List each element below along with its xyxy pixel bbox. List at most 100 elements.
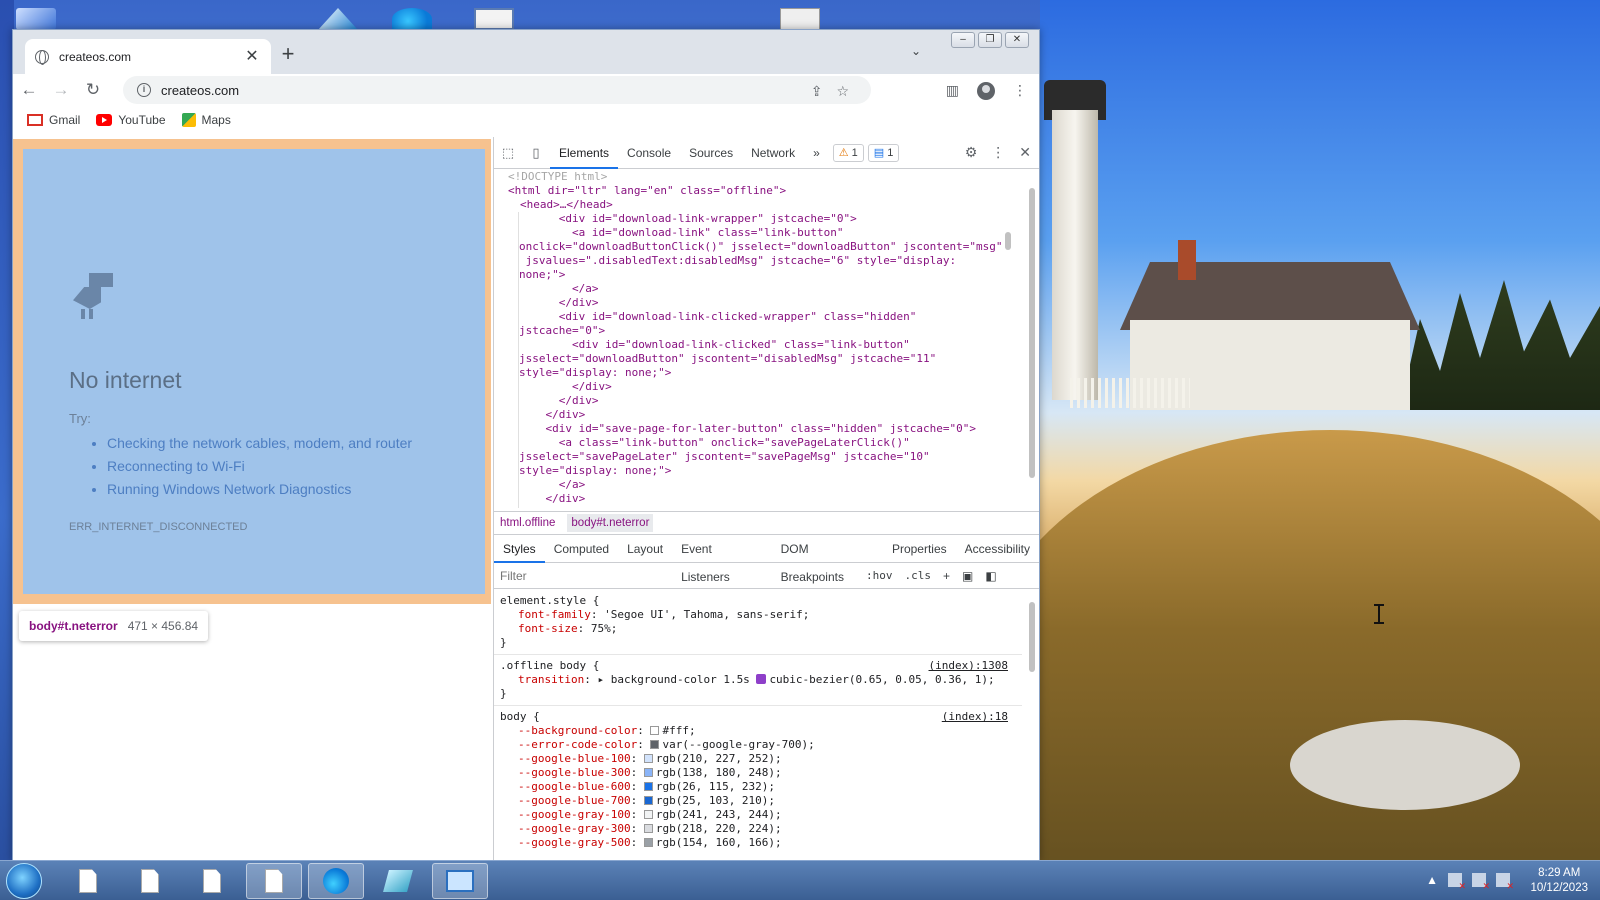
dom-line[interactable]: </div>: [519, 492, 1008, 506]
color-swatch[interactable]: [650, 740, 660, 749]
dom-line[interactable]: </div>: [519, 296, 1008, 310]
desktop-program-icon[interactable]: [474, 8, 514, 30]
dom-line[interactable]: jsselect="savePageLater" jscontent="save…: [519, 450, 1008, 464]
tab-dom-breakpoints[interactable]: DOM Breakpoints: [772, 535, 883, 584]
style-property[interactable]: --google-blue-100: rgb(210, 227, 252);: [500, 752, 1016, 766]
start-button[interactable]: [6, 863, 42, 899]
dom-line[interactable]: <div id="download-link-clicked" class="l…: [519, 338, 1008, 352]
dom-line[interactable]: <!DOCTYPE html>: [494, 170, 1024, 184]
color-swatch[interactable]: [650, 726, 660, 735]
tab-sources[interactable]: Sources: [680, 137, 742, 169]
dom-line[interactable]: style="display: none;">: [519, 366, 1008, 380]
style-property[interactable]: --google-blue-700: rgb(25, 103, 210);: [500, 794, 1016, 808]
address-bar[interactable]: i createos.com ⇪ ☆: [123, 76, 871, 104]
dom-line[interactable]: jsvalues=".disabledText:disabledMsg" jst…: [519, 254, 1008, 268]
breadcrumb-html[interactable]: html.offline: [500, 517, 555, 529]
dom-line[interactable]: <div id="download-link-wrapper" jstcache…: [519, 212, 1008, 226]
url-text[interactable]: createos.com: [161, 83, 239, 98]
restore-button[interactable]: ❐: [978, 32, 1002, 48]
bookmark-youtube[interactable]: YouTube: [96, 113, 166, 127]
tray-network-icon[interactable]: [1472, 873, 1490, 892]
dom-line[interactable]: jsselect="downloadButton" jscontent="dis…: [519, 352, 1008, 366]
bezier-icon[interactable]: [756, 674, 767, 684]
rule-source-link[interactable]: (index):18: [942, 710, 1008, 724]
dom-line[interactable]: style="display: none;">: [519, 464, 1008, 478]
warnings-badge[interactable]: ⚠ 1: [832, 143, 864, 162]
back-arrow-icon[interactable]: ←: [13, 80, 45, 100]
bookmark-star-icon[interactable]: ☆: [836, 83, 849, 100]
style-property[interactable]: --google-gray-500: rgb(154, 160, 166);: [500, 836, 1016, 850]
more-tabs-icon[interactable]: »: [804, 137, 829, 169]
desktop-computer-icon[interactable]: [16, 8, 56, 30]
dom-line[interactable]: none;">: [519, 268, 1008, 282]
style-property[interactable]: --google-blue-600: rgb(26, 115, 232);: [500, 780, 1016, 794]
hov-toggle[interactable]: :hov: [866, 569, 893, 582]
dom-line[interactable]: <html dir="ltr" lang="en" class="offline…: [494, 184, 1024, 198]
dom-line[interactable]: </a>: [519, 282, 1008, 296]
cls-toggle[interactable]: .cls: [905, 569, 932, 582]
desktop-document-icon[interactable]: [780, 8, 820, 30]
devtools-close-icon[interactable]: ✕: [1019, 144, 1031, 161]
tab-event-listeners[interactable]: Event Listeners: [672, 535, 772, 584]
device-toolbar-icon[interactable]: ▯: [522, 145, 550, 161]
dom-line[interactable]: onclick="downloadButtonClick()" jsselect…: [519, 240, 1008, 254]
share-icon[interactable]: ⇪: [811, 83, 823, 100]
taskbar-control-panel[interactable]: [432, 863, 488, 899]
style-property[interactable]: --background-color: #fff;: [500, 724, 1016, 738]
taskbar-document-2[interactable]: [122, 863, 178, 899]
new-tab-button[interactable]: +: [275, 43, 301, 65]
settings-gear-icon[interactable]: ⚙: [965, 144, 978, 161]
add-rule-icon[interactable]: +: [943, 569, 950, 583]
tab-elements[interactable]: Elements: [550, 137, 619, 169]
messages-badge[interactable]: ▤ 1: [867, 143, 900, 162]
dom-line[interactable]: <div id="save-page-for-later-button" cla…: [519, 422, 1008, 436]
tab-close-icon[interactable]: ✕: [243, 48, 261, 65]
desktop-app-icon[interactable]: [318, 8, 358, 30]
taskbar-app[interactable]: [370, 863, 426, 899]
dom-line[interactable]: <a class="link-button" onclick="savePage…: [519, 436, 1008, 450]
paint-icon[interactable]: ▣: [962, 569, 973, 583]
reload-icon[interactable]: ↻: [77, 80, 109, 100]
suggestion-link[interactable]: Running Windows Network Diagnostics: [107, 478, 412, 501]
taskbar-document-4[interactable]: [246, 863, 302, 899]
tab-properties[interactable]: Properties: [883, 535, 956, 563]
filter-input[interactable]: [500, 568, 860, 583]
color-swatch[interactable]: [643, 796, 653, 805]
color-swatch[interactable]: [643, 810, 653, 819]
inspect-element-icon[interactable]: ⬚: [494, 145, 522, 161]
dom-line[interactable]: </a>: [519, 478, 1008, 492]
close-window-button[interactable]: ✕: [1005, 32, 1029, 48]
style-property[interactable]: font-size: 75%;: [500, 622, 1016, 636]
dom-line[interactable]: <head>…</head>: [494, 198, 1024, 212]
color-swatch[interactable]: [643, 768, 653, 777]
style-property[interactable]: font-family: 'Segoe UI', Tahoma, sans-se…: [500, 608, 1016, 622]
bookmark-maps[interactable]: Maps: [181, 113, 231, 127]
dom-line[interactable]: </div>: [519, 380, 1008, 394]
tab-network[interactable]: Network: [742, 137, 804, 169]
color-swatch[interactable]: [643, 754, 653, 763]
dinosaur-icon[interactable]: [69, 273, 113, 319]
style-property[interactable]: --google-gray-300: rgb(218, 220, 224);: [500, 822, 1016, 836]
tab-console[interactable]: Console: [618, 137, 680, 169]
tray-volume-icon[interactable]: [1496, 873, 1514, 892]
taskbar-document-3[interactable]: [184, 863, 240, 899]
sidebar-toggle-icon[interactable]: ◧: [985, 569, 996, 583]
styles-scrollbar[interactable]: [1026, 590, 1038, 860]
browser-tab[interactable]: createos.com ✕: [25, 39, 271, 74]
tab-layout[interactable]: Layout: [618, 535, 672, 563]
profile-avatar-icon[interactable]: [977, 82, 995, 100]
site-info-icon[interactable]: i: [137, 83, 151, 97]
minimize-button[interactable]: –: [951, 32, 975, 48]
taskbar-clock[interactable]: 8:29 AM 10/12/2023: [1530, 866, 1588, 896]
style-property[interactable]: --google-blue-300: rgb(138, 180, 248);: [500, 766, 1016, 780]
bookmark-gmail[interactable]: Gmail: [27, 113, 80, 127]
devtools-menu-icon[interactable]: ⋮: [991, 144, 1005, 161]
side-panel-icon[interactable]: ▥: [946, 82, 959, 100]
tray-expand-icon[interactable]: ▲: [1426, 873, 1438, 887]
tray-flag-icon[interactable]: [1448, 873, 1466, 892]
breadcrumb-body[interactable]: body#t.neterror: [567, 514, 654, 532]
dom-inner-scrollbar[interactable]: [1002, 212, 1014, 507]
dom-line[interactable]: jstcache="0">: [519, 324, 1008, 338]
color-swatch[interactable]: [643, 782, 653, 791]
tab-computed[interactable]: Computed: [545, 535, 618, 563]
